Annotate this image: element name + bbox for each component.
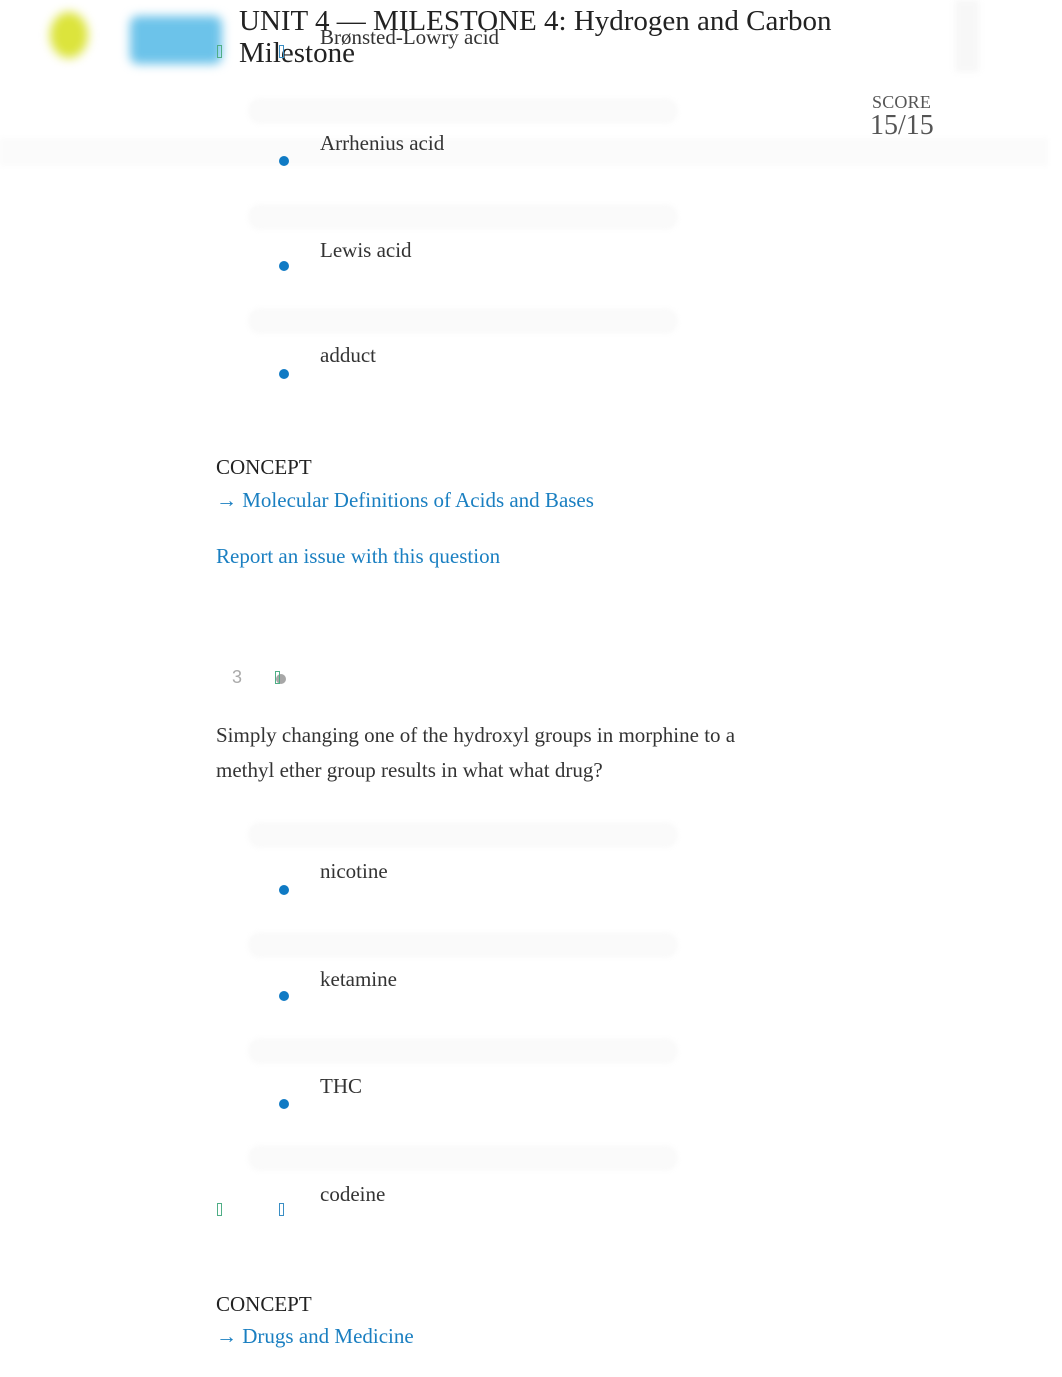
answer-option-background xyxy=(248,932,678,958)
selected-answer-icon xyxy=(279,1203,284,1216)
answer-option-background xyxy=(248,1145,678,1171)
radio-bullet-icon[interactable] xyxy=(279,261,289,271)
answer-option-background xyxy=(248,822,678,848)
answer-option-label: ketamine xyxy=(320,967,397,991)
radio-bullet-icon[interactable] xyxy=(279,156,289,166)
concept-label: CONCEPT xyxy=(216,1292,312,1316)
answer-option-background xyxy=(248,98,678,124)
question-text: Simply changing one of the hydroxyl grou… xyxy=(216,723,736,782)
score-value: 15/15 xyxy=(870,110,934,141)
answer-option-label: Lewis acid xyxy=(320,238,412,262)
brand-logo xyxy=(130,16,222,64)
concept-link[interactable]: → Molecular Definitions of Acids and Bas… xyxy=(216,488,594,513)
answer-option-background xyxy=(248,204,678,230)
concept-label: CONCEPT xyxy=(216,455,312,479)
report-issue-link[interactable]: Report an issue with this question xyxy=(216,544,500,569)
concept-link[interactable]: → Drugs and Medicine xyxy=(216,1324,414,1349)
logo-icon xyxy=(50,12,88,58)
answer-option-label: Brønsted-Lowry acid xyxy=(320,25,500,49)
answer-option-label: Arrhenius acid xyxy=(320,131,445,155)
correct-check-icon xyxy=(217,1203,222,1216)
answer-option-label: THC xyxy=(320,1074,362,1098)
correct-check-icon xyxy=(275,671,280,684)
header-edge xyxy=(955,0,979,72)
radio-bullet-icon[interactable] xyxy=(279,1099,289,1109)
header-divider xyxy=(0,138,1048,166)
answer-option-label: nicotine xyxy=(320,859,388,883)
question-number: 3 xyxy=(232,667,243,687)
radio-bullet-icon[interactable] xyxy=(279,369,289,379)
radio-bullet-icon[interactable] xyxy=(279,885,289,895)
selected-answer-icon xyxy=(279,45,284,58)
answer-option-label: codeine xyxy=(320,1182,386,1206)
radio-bullet-icon[interactable] xyxy=(279,991,289,1001)
answer-option-label: adduct xyxy=(320,343,376,367)
answer-option-background xyxy=(248,308,678,334)
correct-check-icon xyxy=(217,45,222,58)
answer-option-background xyxy=(248,1038,678,1064)
